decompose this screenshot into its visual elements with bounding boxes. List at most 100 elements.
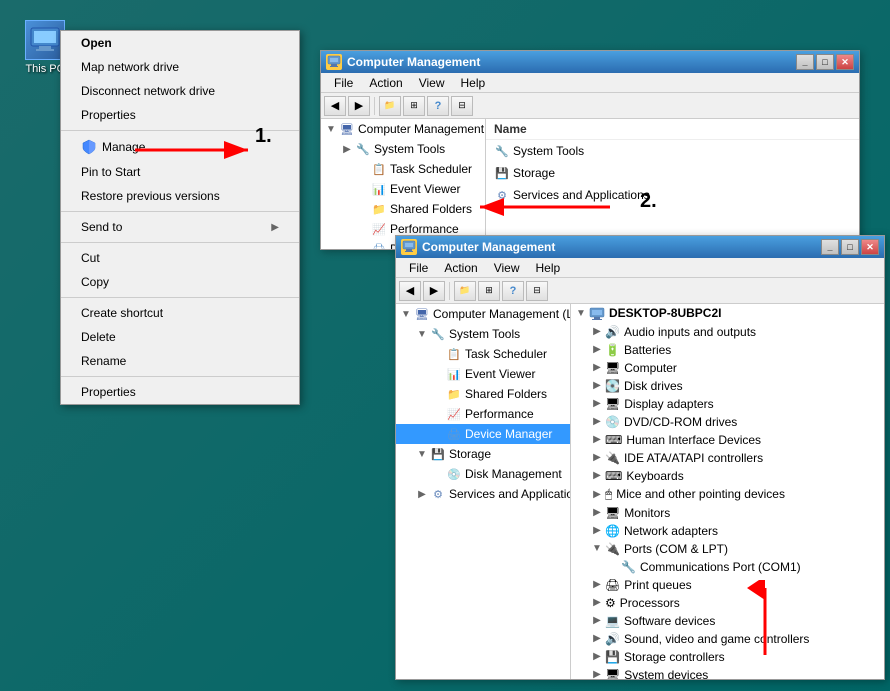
arrow-1-indicator [130,135,260,165]
shield-icon [81,139,97,155]
cm1-btn-help[interactable]: ? [427,96,449,116]
cm1-content-header: Name [486,119,859,140]
device-display[interactable]: ▶ 🖥 Display adapters [571,395,884,413]
cm1-tree-task[interactable]: 📋 Task Scheduler [321,159,485,179]
cm2-minimize[interactable]: _ [821,239,839,255]
arrow-3-indicator [740,580,790,660]
device-mice[interactable]: ▶ 🖱 Mice and other pointing devices [571,485,884,504]
device-monitors[interactable]: ▶ 🖥 Monitors [571,504,884,522]
cm2-tree-device[interactable]: 🖨 Device Manager [396,424,570,444]
device-disk[interactable]: ▶ 💽 Disk drives [571,377,884,395]
cm1-tree-systemtools[interactable]: ▶ 🔧 System Tools [321,139,485,159]
cm2-menu-action[interactable]: Action [436,259,485,277]
device-storage-ctrl[interactable]: ▶ 💾 Storage controllers [571,648,884,666]
device-computer[interactable]: ▶ 🖥 Computer [571,359,884,377]
cm2-menu-help[interactable]: Help [528,259,569,277]
cm1-btn-export[interactable]: ⊟ [451,96,473,116]
device-hid[interactable]: ▶ ⌨ Human Interface Devices [571,431,884,449]
cm2-menu-view[interactable]: View [486,259,528,277]
cm2-tree-disk[interactable]: 💿 Disk Management [396,464,570,484]
cm2-tree-shared[interactable]: 📁 Shared Folders [396,384,570,404]
cm-open[interactable]: Open [61,31,299,55]
separator-4 [61,297,299,298]
cm-send-to[interactable]: Send to ▶ [61,215,299,239]
cm1-btn-up[interactable]: 📁 [379,96,401,116]
cm-map-network[interactable]: Map network drive [61,55,299,79]
thispc-icon [25,20,65,60]
device-ide[interactable]: ▶ 🔌 IDE ATA/ATAPI controllers [571,449,884,467]
cm2-btn-export[interactable]: ⊟ [526,281,548,301]
cm1-tree-shared[interactable]: 📁 Shared Folders [321,199,485,219]
cm1-btn-forward[interactable]: ▶ [348,96,370,116]
device-network[interactable]: ▶ 🌐 Network adapters [571,522,884,540]
cm1-close[interactable]: ✕ [836,54,854,70]
cm-restore[interactable]: Restore previous versions [61,184,299,208]
cm-cut[interactable]: Cut [61,246,299,270]
cm2-btn-help[interactable]: ? [502,281,524,301]
device-processors[interactable]: ▶ ⚙ Processors [571,594,884,612]
cm1-content-storage[interactable]: 💾 Storage [486,162,859,184]
cm1-content-systemtools[interactable]: 🔧 System Tools [486,140,859,162]
cm-copy[interactable]: Copy [61,270,299,294]
cm1-menu-view[interactable]: View [411,74,453,92]
cm-create-shortcut[interactable]: Create shortcut [61,301,299,325]
device-batteries[interactable]: ▶ 🔋 Batteries [571,341,884,359]
device-system[interactable]: ▶ 🖥 System devices [571,666,884,679]
cm2-btn-forward[interactable]: ▶ [423,281,445,301]
cm2-tree-root[interactable]: ▼ 🖥 Computer Management (Local [396,304,570,324]
cm1-btn-back[interactable]: ◀ [324,96,346,116]
cm2-tree-perf[interactable]: 📈 Performance [396,404,570,424]
cm1-minimize[interactable]: _ [796,54,814,70]
titlebar-cm2: Computer Management _ □ ✕ [396,236,884,258]
device-root[interactable]: ▼ DESKTOP-8UBPC2I [571,304,884,323]
cm-properties-bottom[interactable]: Properties [61,380,299,404]
desktop-icon-label: This PC [25,63,64,75]
device-software[interactable]: ▶ 💻 Software devices [571,612,884,630]
cm2-toolbar: ◀ ▶ 📁 ⊞ ? ⊟ [396,278,884,304]
cm1-tree-event[interactable]: 📊 Event Viewer [321,179,485,199]
device-print-queues[interactable]: ▶ 🖨 Print queues [571,576,884,594]
cm-properties-top[interactable]: Properties [61,103,299,127]
cm2-tree-systemtools[interactable]: ▼ 🔧 System Tools [396,324,570,344]
cm1-menu-help[interactable]: Help [453,74,494,92]
cm-rename[interactable]: Rename [61,349,299,373]
window-cm1: Computer Management _ □ ✕ File Action Vi… [320,50,860,250]
cm2-toolbar-sep1 [449,282,450,300]
cm1-menu-action[interactable]: Action [361,74,410,92]
cm2-tree-event[interactable]: 📊 Event Viewer [396,364,570,384]
separator-2 [61,211,299,212]
submenu-arrow: ▶ [271,222,279,233]
device-ports[interactable]: ▼ 🔌 Ports (COM & LPT) [571,540,884,558]
cm2-close[interactable]: ✕ [861,239,879,255]
cm-delete[interactable]: Delete [61,325,299,349]
titlebar-cm1: Computer Management _ □ ✕ [321,51,859,73]
cm1-tree-root[interactable]: ▼ 🖥 Computer Management (Local [321,119,485,139]
cm2-maximize[interactable]: □ [841,239,859,255]
cm-disconnect[interactable]: Disconnect network drive [61,79,299,103]
cm2-menu-file[interactable]: File [401,259,436,277]
device-keyboards[interactable]: ▶ ⌨ Keyboards [571,467,884,485]
device-audio[interactable]: ▶ 🔊 Audio inputs and outputs [571,323,884,341]
cm1-menu-file[interactable]: File [326,74,361,92]
cm2-btn-folder[interactable]: 📁 [454,281,476,301]
cm2-btn-back[interactable]: ◀ [399,281,421,301]
device-sound[interactable]: ▶ 🔊 Sound, video and game controllers [571,630,884,648]
cm2-tree: ▼ 🖥 Computer Management (Local ▼ 🔧 Syste… [396,304,571,679]
cm2-controls: _ □ ✕ [821,239,879,255]
cm2-body: ▼ 🖥 Computer Management (Local ▼ 🔧 Syste… [396,304,884,679]
cm2-title-text: Computer Management [422,240,555,254]
device-dvd[interactable]: ▶ 💿 DVD/CD-ROM drives [571,413,884,431]
device-com1[interactable]: 🔧 Communications Port (COM1) [571,558,884,576]
separator-3 [61,242,299,243]
cm2-tree-storage[interactable]: ▼ 💾 Storage [396,444,570,464]
cm1-maximize[interactable]: □ [816,54,834,70]
badge-2: 2. [640,190,657,213]
cm1-btn-show[interactable]: ⊞ [403,96,425,116]
cm1-menubar: File Action View Help [321,73,859,93]
cm2-btn-show[interactable]: ⊞ [478,281,500,301]
cm2-tree-services[interactable]: ▶ ⚙ Services and Applications [396,484,570,504]
cm1-tree: ▼ 🖥 Computer Management (Local ▶ 🔧 Syste… [321,119,486,249]
desktop: This PC Open Map network drive Disconnec… [0,0,890,691]
context-menu: Open Map network drive Disconnect networ… [60,30,300,405]
cm2-tree-task[interactable]: 📋 Task Scheduler [396,344,570,364]
